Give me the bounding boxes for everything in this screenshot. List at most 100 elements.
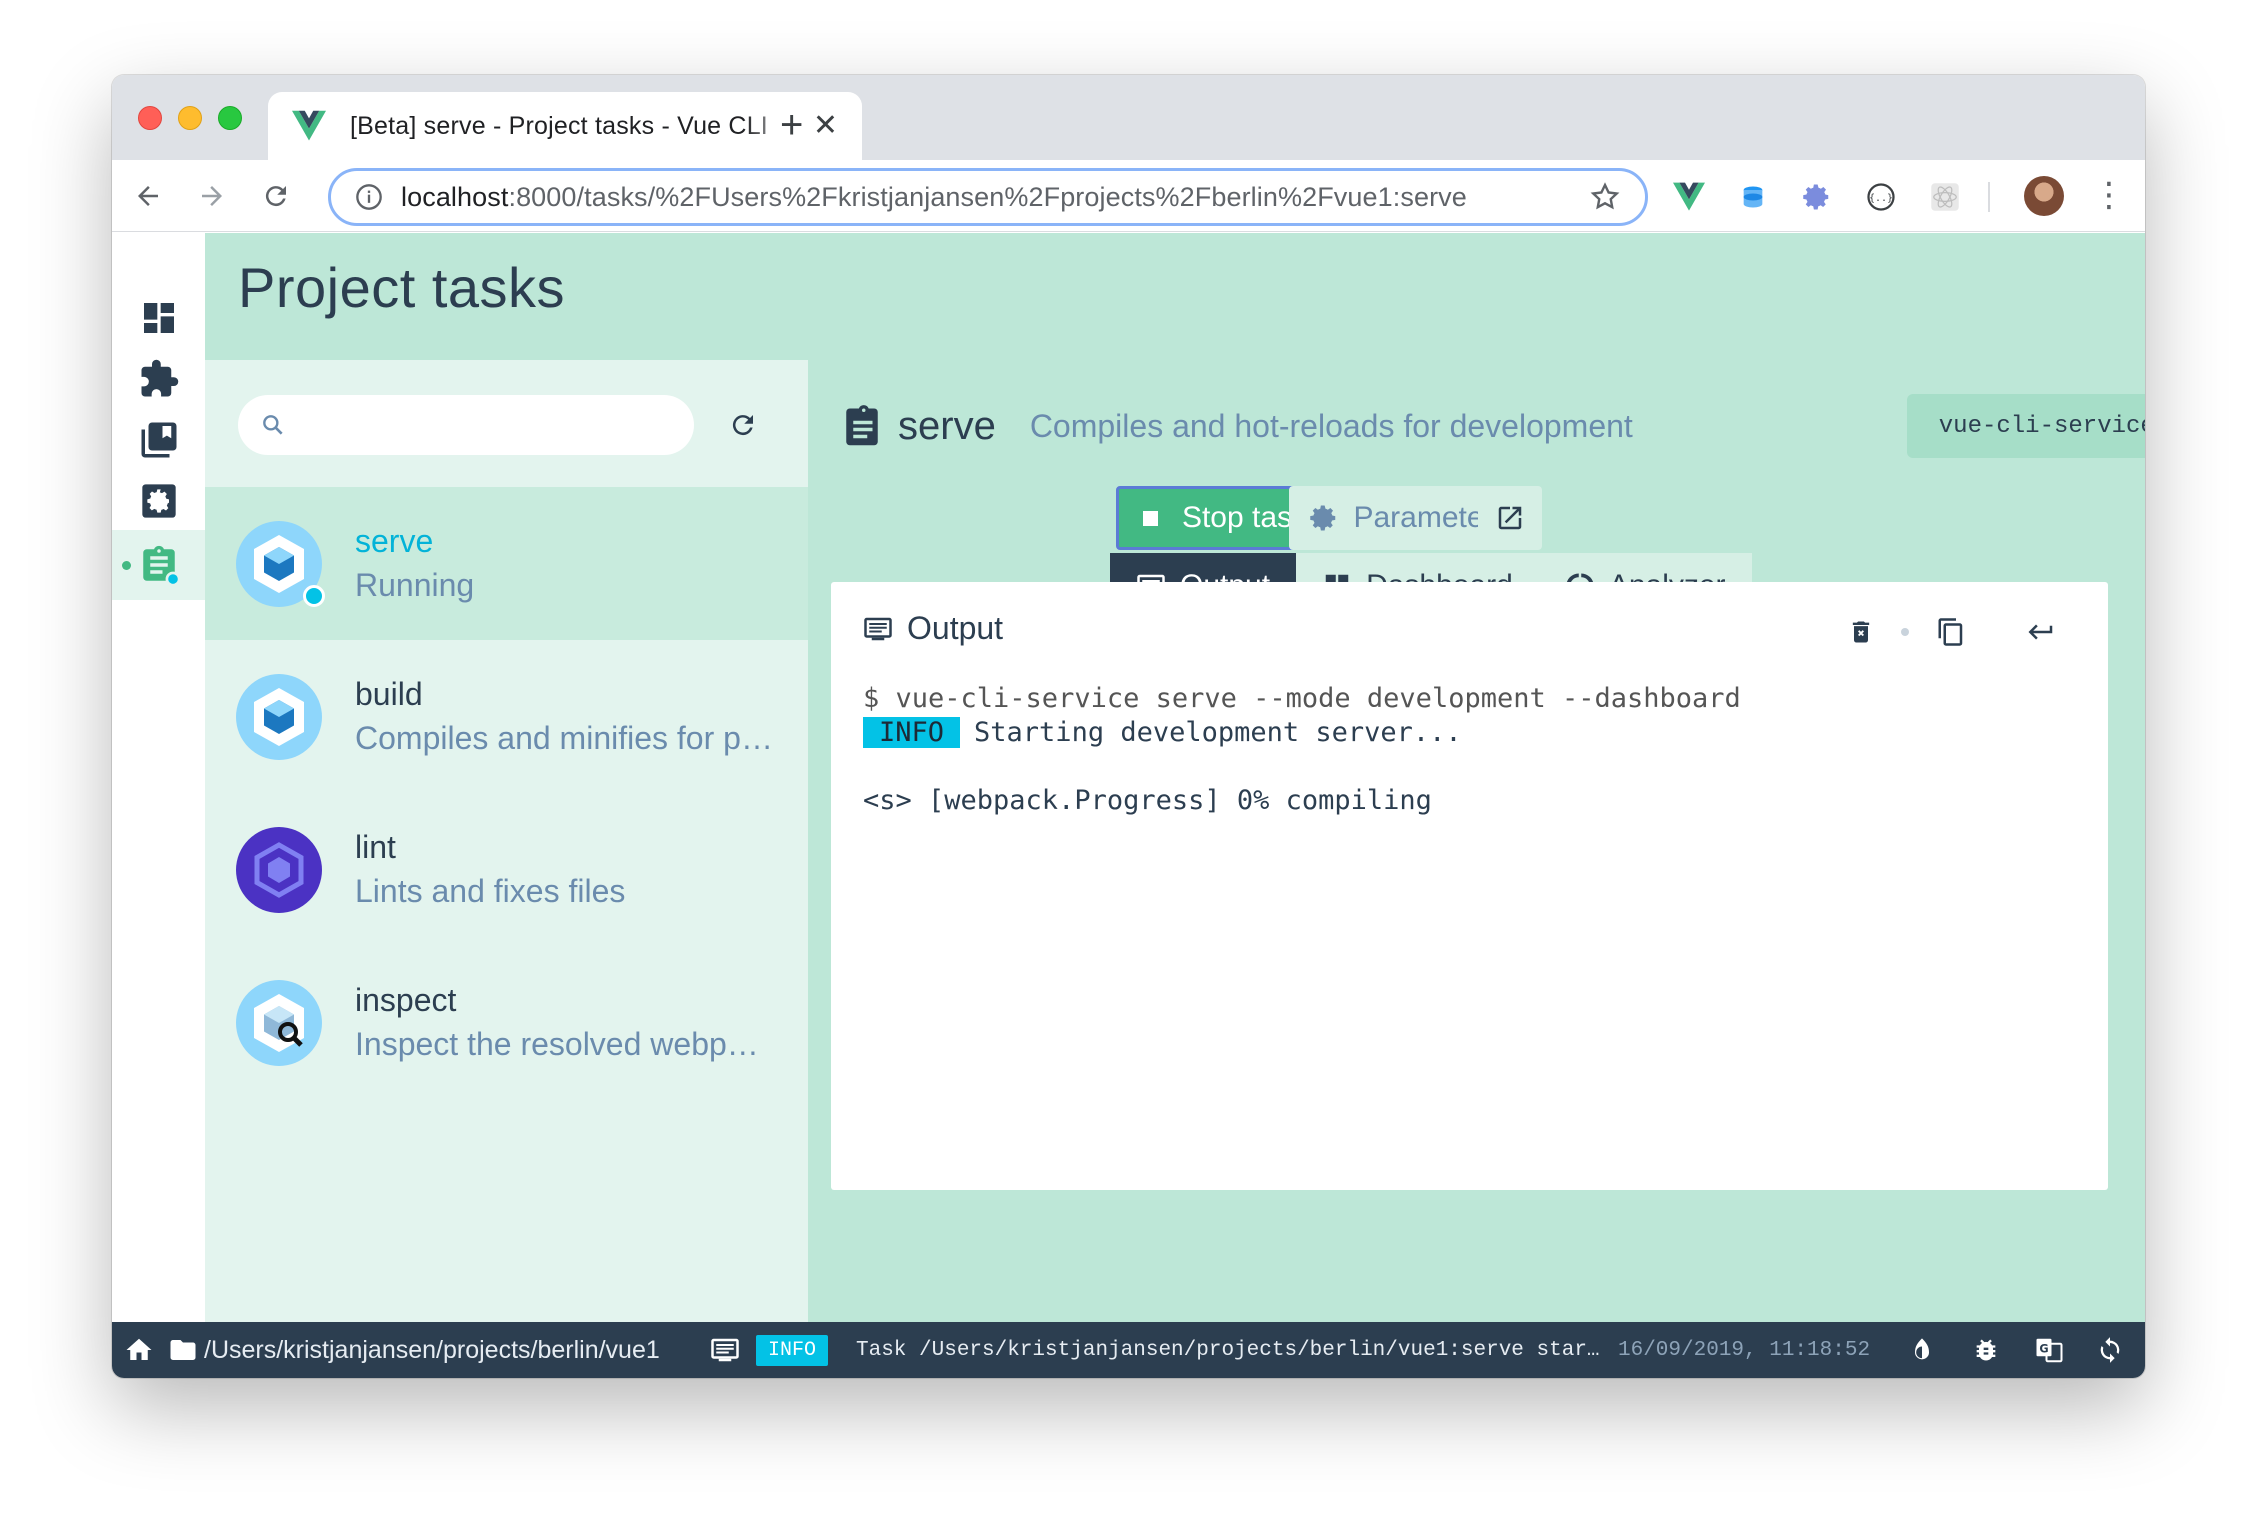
task-search-box[interactable] <box>238 395 694 455</box>
task-name: build <box>355 676 423 712</box>
forward-button[interactable] <box>192 176 232 216</box>
new-tab-button[interactable]: + <box>780 105 803 145</box>
back-button[interactable] <box>128 176 168 216</box>
clear-output-button[interactable] <box>1843 614 1879 650</box>
task-item-serve[interactable]: serve Running <box>205 487 808 640</box>
task-description: Compiles and minifies for production <box>355 720 775 756</box>
refresh-data-button[interactable] <box>2096 1322 2124 1378</box>
home-icon <box>126 1338 152 1360</box>
project-path: /Users/kristjanjansen/projects/berlin/vu… <box>204 1335 660 1364</box>
dot-icon <box>1901 628 1909 636</box>
maximize-window-button[interactable] <box>218 106 242 130</box>
contrast-icon <box>1915 1338 1929 1360</box>
refresh-icon <box>732 415 753 436</box>
webpack-inspect-icon <box>236 980 322 1066</box>
close-window-button[interactable] <box>138 106 162 130</box>
clipboard-tasks-icon <box>142 545 180 586</box>
task-item-lint[interactable]: lint Lints and fixes files <box>205 793 808 946</box>
clipboard-icon <box>846 405 878 446</box>
terminal-line-text: Starting development server... <box>974 717 1462 748</box>
address-bar[interactable]: localhost:8000/tasks/%2FUsers%2Fkristjan… <box>328 168 1648 226</box>
terminal-line: $ vue-cli-service serve --mode developme… <box>863 683 1741 714</box>
translate-icon: G <box>2036 1338 2063 1363</box>
task-search-input[interactable] <box>300 409 680 441</box>
task-description: Lints and fixes files <box>355 873 626 909</box>
puzzle-icon <box>141 359 178 397</box>
nav-dependencies[interactable] <box>112 405 205 475</box>
refresh-tasks-button[interactable] <box>725 407 761 443</box>
gear-icon <box>1310 505 1336 531</box>
gear-extension-icon[interactable] <box>1800 180 1834 214</box>
trash-icon <box>1852 621 1870 643</box>
react-extension-icon[interactable] <box>1928 180 1962 214</box>
stop-icon <box>1142 510 1158 526</box>
nav-dashboard[interactable] <box>112 283 205 353</box>
task-detail-panel: serve Compiles and hot-reloads for devel… <box>808 360 2145 1322</box>
task-detail-header: serve Compiles and hot-reloads for devel… <box>844 396 1633 456</box>
nav-plugins[interactable] <box>112 344 205 414</box>
dark-mode-toggle[interactable] <box>1908 1322 1936 1378</box>
home-button[interactable] <box>124 1322 154 1378</box>
sync-icon <box>2100 1337 2120 1363</box>
close-tab-icon[interactable]: ✕ <box>813 111 838 141</box>
project-path-button[interactable]: /Users/kristjanjansen/projects/berlin/vu… <box>168 1322 660 1378</box>
last-log-message[interactable]: Task /Users/kristjanjansen/projects/berl… <box>856 1322 1608 1378</box>
svg-text:G: G <box>2039 1343 2048 1356</box>
copy-output-button[interactable] <box>1933 614 1969 650</box>
tab-title: [Beta] serve - Project tasks - Vue CLI <box>350 111 768 140</box>
profile-avatar[interactable] <box>2024 176 2064 216</box>
task-item-inspect[interactable]: inspect Inspect the resolved webpack con… <box>205 946 808 1099</box>
open-external-icon <box>1498 506 1522 530</box>
status-bar: /Users/kristjanjansen/projects/berlin/vu… <box>112 1322 2145 1378</box>
bookmark-star-icon[interactable] <box>1589 181 1621 213</box>
scroll-lock-indicator[interactable] <box>1887 614 1923 650</box>
output-title-label: Output <box>907 610 1004 646</box>
task-name: serve <box>355 523 434 559</box>
arrow-left-icon <box>138 186 158 206</box>
minimize-window-button[interactable] <box>178 106 202 130</box>
left-nav-rail <box>112 233 205 1322</box>
nav-configuration[interactable] <box>112 466 205 536</box>
log-timestamp: 16/09/2019, 11:18:52 <box>1618 1322 1870 1378</box>
code-extension-icon[interactable]: {..} <box>1864 180 1898 214</box>
task-list-panel: serve Running build Compiles and minifie… <box>205 360 808 1322</box>
vue-devtools-extension-icon[interactable] <box>1672 180 1706 214</box>
eslint-icon <box>236 827 322 913</box>
reload-button[interactable] <box>256 176 296 216</box>
log-date: 16/09/2019, 11:18:52 <box>1618 1338 1871 1362</box>
task-detail-name: serve <box>898 403 996 448</box>
browser-tab[interactable]: [Beta] serve - Project tasks - Vue CLI ✕ <box>268 92 862 160</box>
report-bug-button[interactable] <box>1972 1322 2000 1378</box>
scroll-to-bottom-button[interactable] <box>2023 614 2059 650</box>
tab-strip: [Beta] serve - Project tasks - Vue CLI ✕… <box>112 75 2145 160</box>
svg-text:{..}: {..} <box>1869 193 1893 204</box>
task-command-badge: vue-cli-service serve <box>1907 394 2145 458</box>
console-log-button[interactable] <box>710 1322 740 1378</box>
output-panel: Output $ vue-cli-service serve --mode de… <box>831 582 2108 1190</box>
search-icon <box>263 415 283 435</box>
terminal-output[interactable]: $ vue-cli-service serve --mode developme… <box>863 682 1741 818</box>
url-text: localhost:8000/tasks/%2FUsers%2Fkristjan… <box>401 182 1589 213</box>
nav-tasks[interactable] <box>112 530 205 600</box>
site-info-icon[interactable] <box>355 183 383 211</box>
terminal-line: INFO Starting development server... <box>863 716 1741 750</box>
vue-logo-icon <box>292 110 326 141</box>
info-tag: INFO <box>863 717 961 748</box>
task-item-build[interactable]: build Compiles and minifies for producti… <box>205 640 808 793</box>
database-extension-icon[interactable] <box>1736 180 1770 214</box>
browser-toolbar: localhost:8000/tasks/%2FUsers%2Fkristjan… <box>112 160 2145 232</box>
task-description: Inspect the resolved webpack config <box>355 1026 775 1062</box>
translate-button[interactable]: G <box>2034 1322 2064 1378</box>
dashboard-icon <box>143 303 174 333</box>
url-path: :8000/tasks/%2FUsers%2Fkristjanjansen%2F… <box>508 181 1467 212</box>
open-in-new-button[interactable] <box>1478 486 1542 550</box>
active-indicator-dot <box>122 561 131 570</box>
settings-icon <box>141 484 176 518</box>
folder-icon <box>170 1340 196 1360</box>
browser-menu-icon[interactable]: ⋮ <box>2092 178 2126 212</box>
main-content: Project tasks serve Running build Compil… <box>205 233 2145 1322</box>
output-panel-title: Output <box>863 610 1003 647</box>
copy-icon <box>1938 618 1963 646</box>
toolbar-divider <box>1988 182 1990 212</box>
